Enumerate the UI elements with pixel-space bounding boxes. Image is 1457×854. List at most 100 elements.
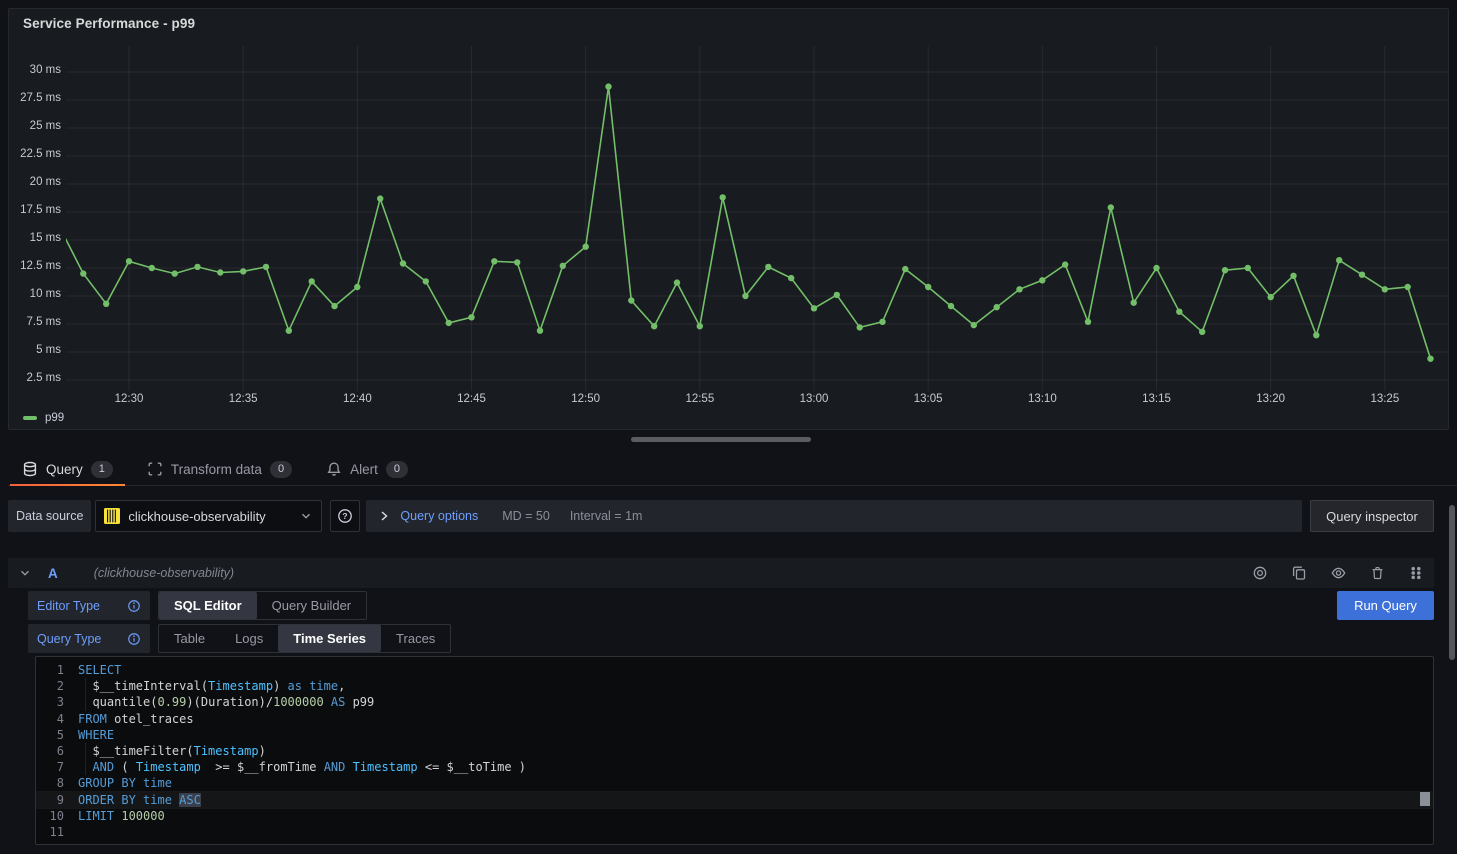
tab-query[interactable]: Query 1 (10, 453, 125, 485)
datasource-row: Data source clickhouse-observability ? (8, 500, 1434, 532)
editor-type-radio-group: SQL EditorQuery Builder (158, 591, 367, 620)
code-line-content: AND ( Timestamp >= $__fromTime AND Times… (78, 759, 526, 775)
disable-query-icon[interactable] (1252, 565, 1268, 581)
line-number: 4 (36, 711, 64, 727)
editor-type-label: Editor Type (28, 591, 150, 620)
x-axis-label: 13:25 (1355, 393, 1415, 405)
radio-option-logs[interactable]: Logs (220, 625, 278, 652)
code-line[interactable]: 11 (36, 824, 1433, 840)
code-line-content: quantile(0.99)(Duration)/1000000 AS p99 (78, 694, 374, 710)
remove-query-trash-icon[interactable] (1370, 565, 1385, 581)
line-number: 11 (36, 824, 64, 840)
clickhouse-logo-icon (104, 508, 120, 524)
x-axis-label: 12:50 (556, 393, 616, 405)
x-axis: 12:3012:3512:4012:4512:5012:5513:0013:05… (66, 393, 1448, 409)
code-line[interactable]: 1SELECT (36, 662, 1433, 678)
query-row-header: A (clickhouse-observability) (8, 558, 1434, 588)
question-circle-icon: ? (337, 508, 353, 524)
datasource-label: Data source (8, 500, 91, 532)
code-line[interactable]: 3 quantile(0.99)(Duration)/1000000 AS p9… (36, 694, 1433, 710)
transform-icon (147, 461, 163, 477)
code-line[interactable]: 2 $__timeInterval(Timestamp) as time, (36, 678, 1433, 694)
chart-line-p99 (66, 87, 1431, 359)
line-number: 6 (36, 743, 64, 759)
query-actions (1252, 565, 1424, 581)
tab-label: Alert (350, 462, 378, 477)
radio-option-time-series[interactable]: Time Series (278, 625, 381, 652)
panel-editor-page: Service Performance - p99 30 ms 27.5 ms 25… (0, 0, 1457, 854)
timeseries-panel: Service Performance - p99 30 ms 27.5 ms 25… (8, 8, 1449, 430)
x-axis-label: 13:15 (1126, 393, 1186, 405)
svg-text:?: ? (343, 511, 348, 521)
interval: Interval = 1m (570, 509, 643, 523)
query-options-link: Query options (400, 509, 478, 523)
x-axis-label: 12:40 (327, 393, 387, 405)
tab-alert[interactable]: Alert 0 (314, 453, 420, 485)
radio-option-query-builder[interactable]: Query Builder (257, 592, 366, 619)
x-axis-label: 12:35 (213, 393, 273, 405)
hide-response-eye-icon[interactable] (1330, 565, 1347, 581)
y-axis-label: 27.5 ms (9, 92, 61, 104)
tab-label: Transform data (171, 462, 262, 477)
query-editor-card: A (clickhouse-observability) (8, 558, 1434, 846)
y-axis-label: 22.5 ms (9, 148, 61, 160)
query-ref-id[interactable]: A (48, 566, 58, 581)
sql-code-editor[interactable]: 1SELECT2 $__timeInterval(Timestamp) as t… (35, 656, 1434, 845)
database-icon (22, 461, 38, 477)
legend-label: p99 (45, 412, 64, 424)
info-circle-icon[interactable] (127, 599, 141, 613)
collapse-chevron-icon[interactable] (18, 566, 32, 580)
y-axis-label: 5 ms (9, 344, 61, 356)
vertical-scrollbar[interactable] (1449, 505, 1455, 660)
query-options-toggle[interactable]: Query options MD = 50 Interval = 1m (366, 500, 1302, 532)
code-line[interactable]: 5WHERE (36, 727, 1433, 743)
x-axis-label: 12:45 (441, 393, 501, 405)
horizontal-scrollbar[interactable] (631, 437, 811, 442)
y-axis: 30 ms27.5 ms25 ms22.5 ms20 ms17.5 ms15 m… (9, 43, 61, 393)
code-line-content: FROM otel_traces (78, 711, 194, 727)
datasource-select[interactable]: clickhouse-observability (95, 500, 322, 532)
editor-tabs: Query 1 Transform data 0 Alert 0 (8, 453, 1457, 486)
x-axis-label: 13:10 (1012, 393, 1072, 405)
line-number: 3 (36, 694, 64, 710)
query-inspector-button[interactable]: Query inspector (1310, 500, 1434, 532)
run-query-button[interactable]: Run Query (1337, 591, 1434, 620)
line-number: 9 (36, 792, 64, 808)
line-number: 8 (36, 775, 64, 791)
legend-item-p99[interactable]: p99 (23, 412, 64, 424)
x-axis-label: 13:05 (898, 393, 958, 405)
x-axis-label: 13:20 (1241, 393, 1301, 405)
chart-points (66, 83, 1434, 362)
code-line[interactable]: 9 ORDER BY time ASC (36, 792, 1433, 808)
max-data-points: MD = 50 (502, 509, 550, 523)
y-axis-label: 25 ms (9, 120, 61, 132)
radio-option-table[interactable]: Table (159, 625, 220, 652)
y-axis-label: 15 ms (9, 232, 61, 244)
radio-option-sql-editor[interactable]: SQL Editor (159, 592, 257, 619)
code-line-content: $__timeFilter(Timestamp) (78, 743, 266, 759)
panel-title: Service Performance - p99 (23, 16, 195, 31)
x-axis-label: 12:30 (99, 393, 159, 405)
info-circle-icon[interactable] (127, 632, 141, 646)
query-datasource-hint: (clickhouse-observability) (94, 566, 234, 580)
datasource-help-button[interactable]: ? (330, 500, 360, 532)
chart-plot-area[interactable] (66, 43, 1448, 393)
drag-handle-icon[interactable] (1408, 565, 1424, 581)
code-line-content: ORDER BY time ASC (78, 792, 201, 808)
line-number: 5 (36, 727, 64, 743)
radio-option-traces[interactable]: Traces (381, 625, 450, 652)
y-axis-label: 30 ms (9, 64, 61, 76)
code-line[interactable]: 4 FROM otel_traces (36, 711, 1433, 727)
line-number: 7 (36, 759, 64, 775)
code-line[interactable]: 8GROUP BY time (36, 775, 1433, 791)
code-line-content: LIMIT 100000 (78, 808, 165, 824)
x-axis-label: 13:00 (784, 393, 844, 405)
code-line-content: SELECT (78, 662, 121, 678)
duplicate-query-icon[interactable] (1291, 565, 1307, 581)
code-line[interactable]: 6 $__timeFilter(Timestamp) (36, 743, 1433, 759)
code-line[interactable]: 10LIMIT 100000 (36, 808, 1433, 824)
code-line[interactable]: 7 AND ( Timestamp >= $__fromTime AND Tim… (36, 759, 1433, 775)
overview-cursor-marker (1420, 792, 1430, 806)
chart-grid (66, 46, 1448, 391)
tab-transform-data[interactable]: Transform data 0 (135, 453, 304, 485)
